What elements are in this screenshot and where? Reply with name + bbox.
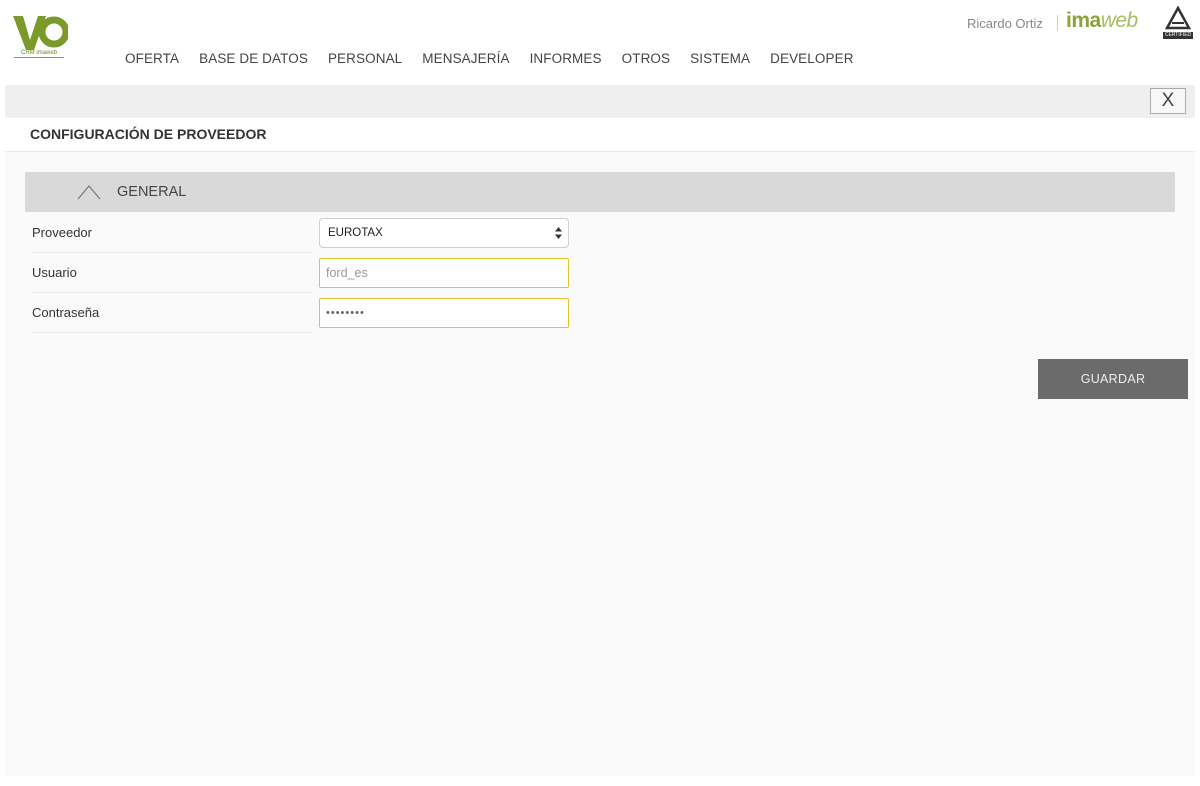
title-bar: CONFIGURACIÓN DE PROVEEDOR [5, 118, 1195, 152]
user-label: Usuario [32, 253, 312, 293]
select-arrows-icon [555, 227, 562, 239]
provider-label: Proveedor [32, 213, 312, 253]
nav-oferta[interactable]: OFERTA [115, 51, 189, 66]
chevron-up-icon [77, 185, 101, 200]
app-window: CRM imaweb OFERTA BASE DE DATOS PERSONAL… [0, 0, 1200, 786]
nav-informes[interactable]: INFORMES [520, 51, 612, 66]
nav-personal[interactable]: PERSONAL [318, 51, 412, 66]
password-input[interactable] [319, 298, 569, 328]
brand-part-b: web [1100, 9, 1139, 32]
section-general-header[interactable]: GENERAL [25, 172, 1175, 212]
password-label: Contraseña [32, 293, 312, 333]
logo-subtitle: CRM imaweb [14, 50, 64, 58]
nav-mensajeria[interactable]: MENSAJERÍA [412, 51, 519, 66]
form-panel: GENERAL Proveedor EUROTAX Usuario Contra… [5, 152, 1195, 776]
provider-row: Proveedor EUROTAX [25, 213, 1175, 253]
certified-badge: CERTIFIED [1163, 32, 1193, 39]
imaweb-logo: imaweb [1066, 9, 1138, 33]
nav-otros[interactable]: OTROS [612, 51, 681, 66]
provider-selected-value: EUROTAX [328, 227, 383, 239]
password-row: Contraseña [25, 293, 1175, 333]
main-nav: OFERTA BASE DE DATOS PERSONAL MENSAJERÍA… [115, 51, 864, 66]
provider-select[interactable]: EUROTAX [319, 218, 569, 248]
page-title: CONFIGURACIÓN DE PROVEEDOR [30, 126, 267, 142]
nav-base-de-datos[interactable]: BASE DE DATOS [189, 51, 318, 66]
user-row: Usuario [25, 253, 1175, 293]
toolbar: X [5, 85, 1195, 118]
header-divider [1057, 15, 1058, 31]
section-title: GENERAL [117, 184, 187, 200]
nav-developer[interactable]: DEVELOPER [760, 51, 863, 66]
save-button[interactable]: GUARDAR [1038, 359, 1188, 399]
close-button[interactable]: X [1150, 88, 1186, 114]
user-name[interactable]: Ricardo Ortiz [967, 16, 1043, 31]
brand-part-a: ima [1066, 9, 1101, 32]
user-input[interactable] [319, 258, 569, 288]
nav-sistema[interactable]: SISTEMA [680, 51, 760, 66]
